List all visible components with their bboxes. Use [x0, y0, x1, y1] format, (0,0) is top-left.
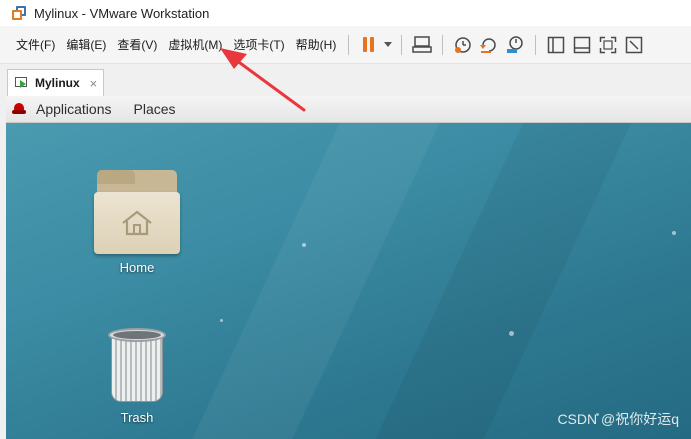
console-view-icon [574, 36, 591, 53]
applications-menu[interactable]: Applications [36, 101, 112, 117]
toolbar-separator [348, 34, 350, 55]
snapshot-manager-button[interactable] [502, 32, 528, 58]
revert-snapshot-button[interactable] [476, 32, 502, 58]
toolbar-separator [401, 34, 403, 55]
desktop-icon-label: Home [119, 260, 155, 275]
menu-file[interactable]: 文件(F) [11, 36, 60, 53]
wallpaper-sparkle [672, 231, 676, 235]
vm-running-icon [15, 76, 29, 90]
pause-button[interactable] [356, 32, 380, 58]
guest-screen[interactable]: Applications Places Home Trash [6, 96, 691, 439]
unity-button[interactable] [621, 32, 647, 58]
console-view-button[interactable] [569, 32, 595, 58]
menu-bar: 文件(F) 编辑(E) 查看(V) 虚拟机(M) 选项卡(T) 帮助(H) [0, 26, 691, 64]
pause-icon [362, 37, 374, 52]
toolbar-separator [442, 34, 444, 55]
tab-close-icon[interactable]: × [90, 76, 98, 91]
tab-label: Mylinux [35, 76, 80, 90]
trash-icon [108, 328, 166, 404]
menu-vm[interactable]: 虚拟机(M) [163, 36, 227, 53]
csdn-watermark: CSDN @祝你好运q [557, 411, 679, 427]
send-keys-icon [412, 35, 433, 53]
title-bar: Mylinux - VMware Workstation [0, 0, 691, 26]
vm-tab-strip: Mylinux × [0, 64, 691, 96]
chevron-down-icon [384, 42, 393, 47]
toolbar-separator [535, 34, 537, 55]
snapshot-icon [455, 36, 472, 53]
unity-icon [626, 36, 643, 53]
menu-edit[interactable]: 编辑(E) [61, 36, 111, 53]
send-ctrl-alt-del-button[interactable] [409, 32, 435, 58]
wallpaper-sparkle [302, 243, 306, 247]
show-library-button[interactable] [543, 32, 569, 58]
menu-view[interactable]: 查看(V) [112, 36, 162, 53]
fullscreen-button[interactable] [595, 32, 621, 58]
wallpaper-sparkle [509, 331, 514, 336]
window-title: Mylinux - VMware Workstation [34, 5, 210, 21]
take-snapshot-button[interactable] [450, 32, 476, 58]
gnome-top-bar: Applications Places [6, 96, 691, 123]
menu-tabs[interactable]: 选项卡(T) [228, 36, 289, 53]
desktop-icon-label: Trash [120, 410, 154, 425]
menu-help[interactable]: 帮助(H) [291, 36, 342, 53]
fullscreen-icon [600, 36, 617, 53]
places-menu[interactable]: Places [134, 101, 176, 117]
power-dropdown-button[interactable] [380, 32, 394, 58]
desktop-background[interactable]: Home Trash [6, 123, 691, 439]
wallpaper-sparkle [220, 319, 223, 322]
revert-snapshot-icon [480, 37, 497, 53]
tab-mylinux[interactable]: Mylinux × [7, 69, 104, 96]
redhat-logo-icon [12, 103, 26, 115]
sidebar-icon [548, 36, 565, 53]
snapshot-manager-icon [507, 35, 524, 53]
desktop-icon-home[interactable]: Home [92, 170, 182, 275]
desktop-icon-trash[interactable]: Trash [92, 328, 182, 425]
home-folder-icon [94, 170, 180, 254]
vmware-logo-icon [12, 5, 27, 21]
